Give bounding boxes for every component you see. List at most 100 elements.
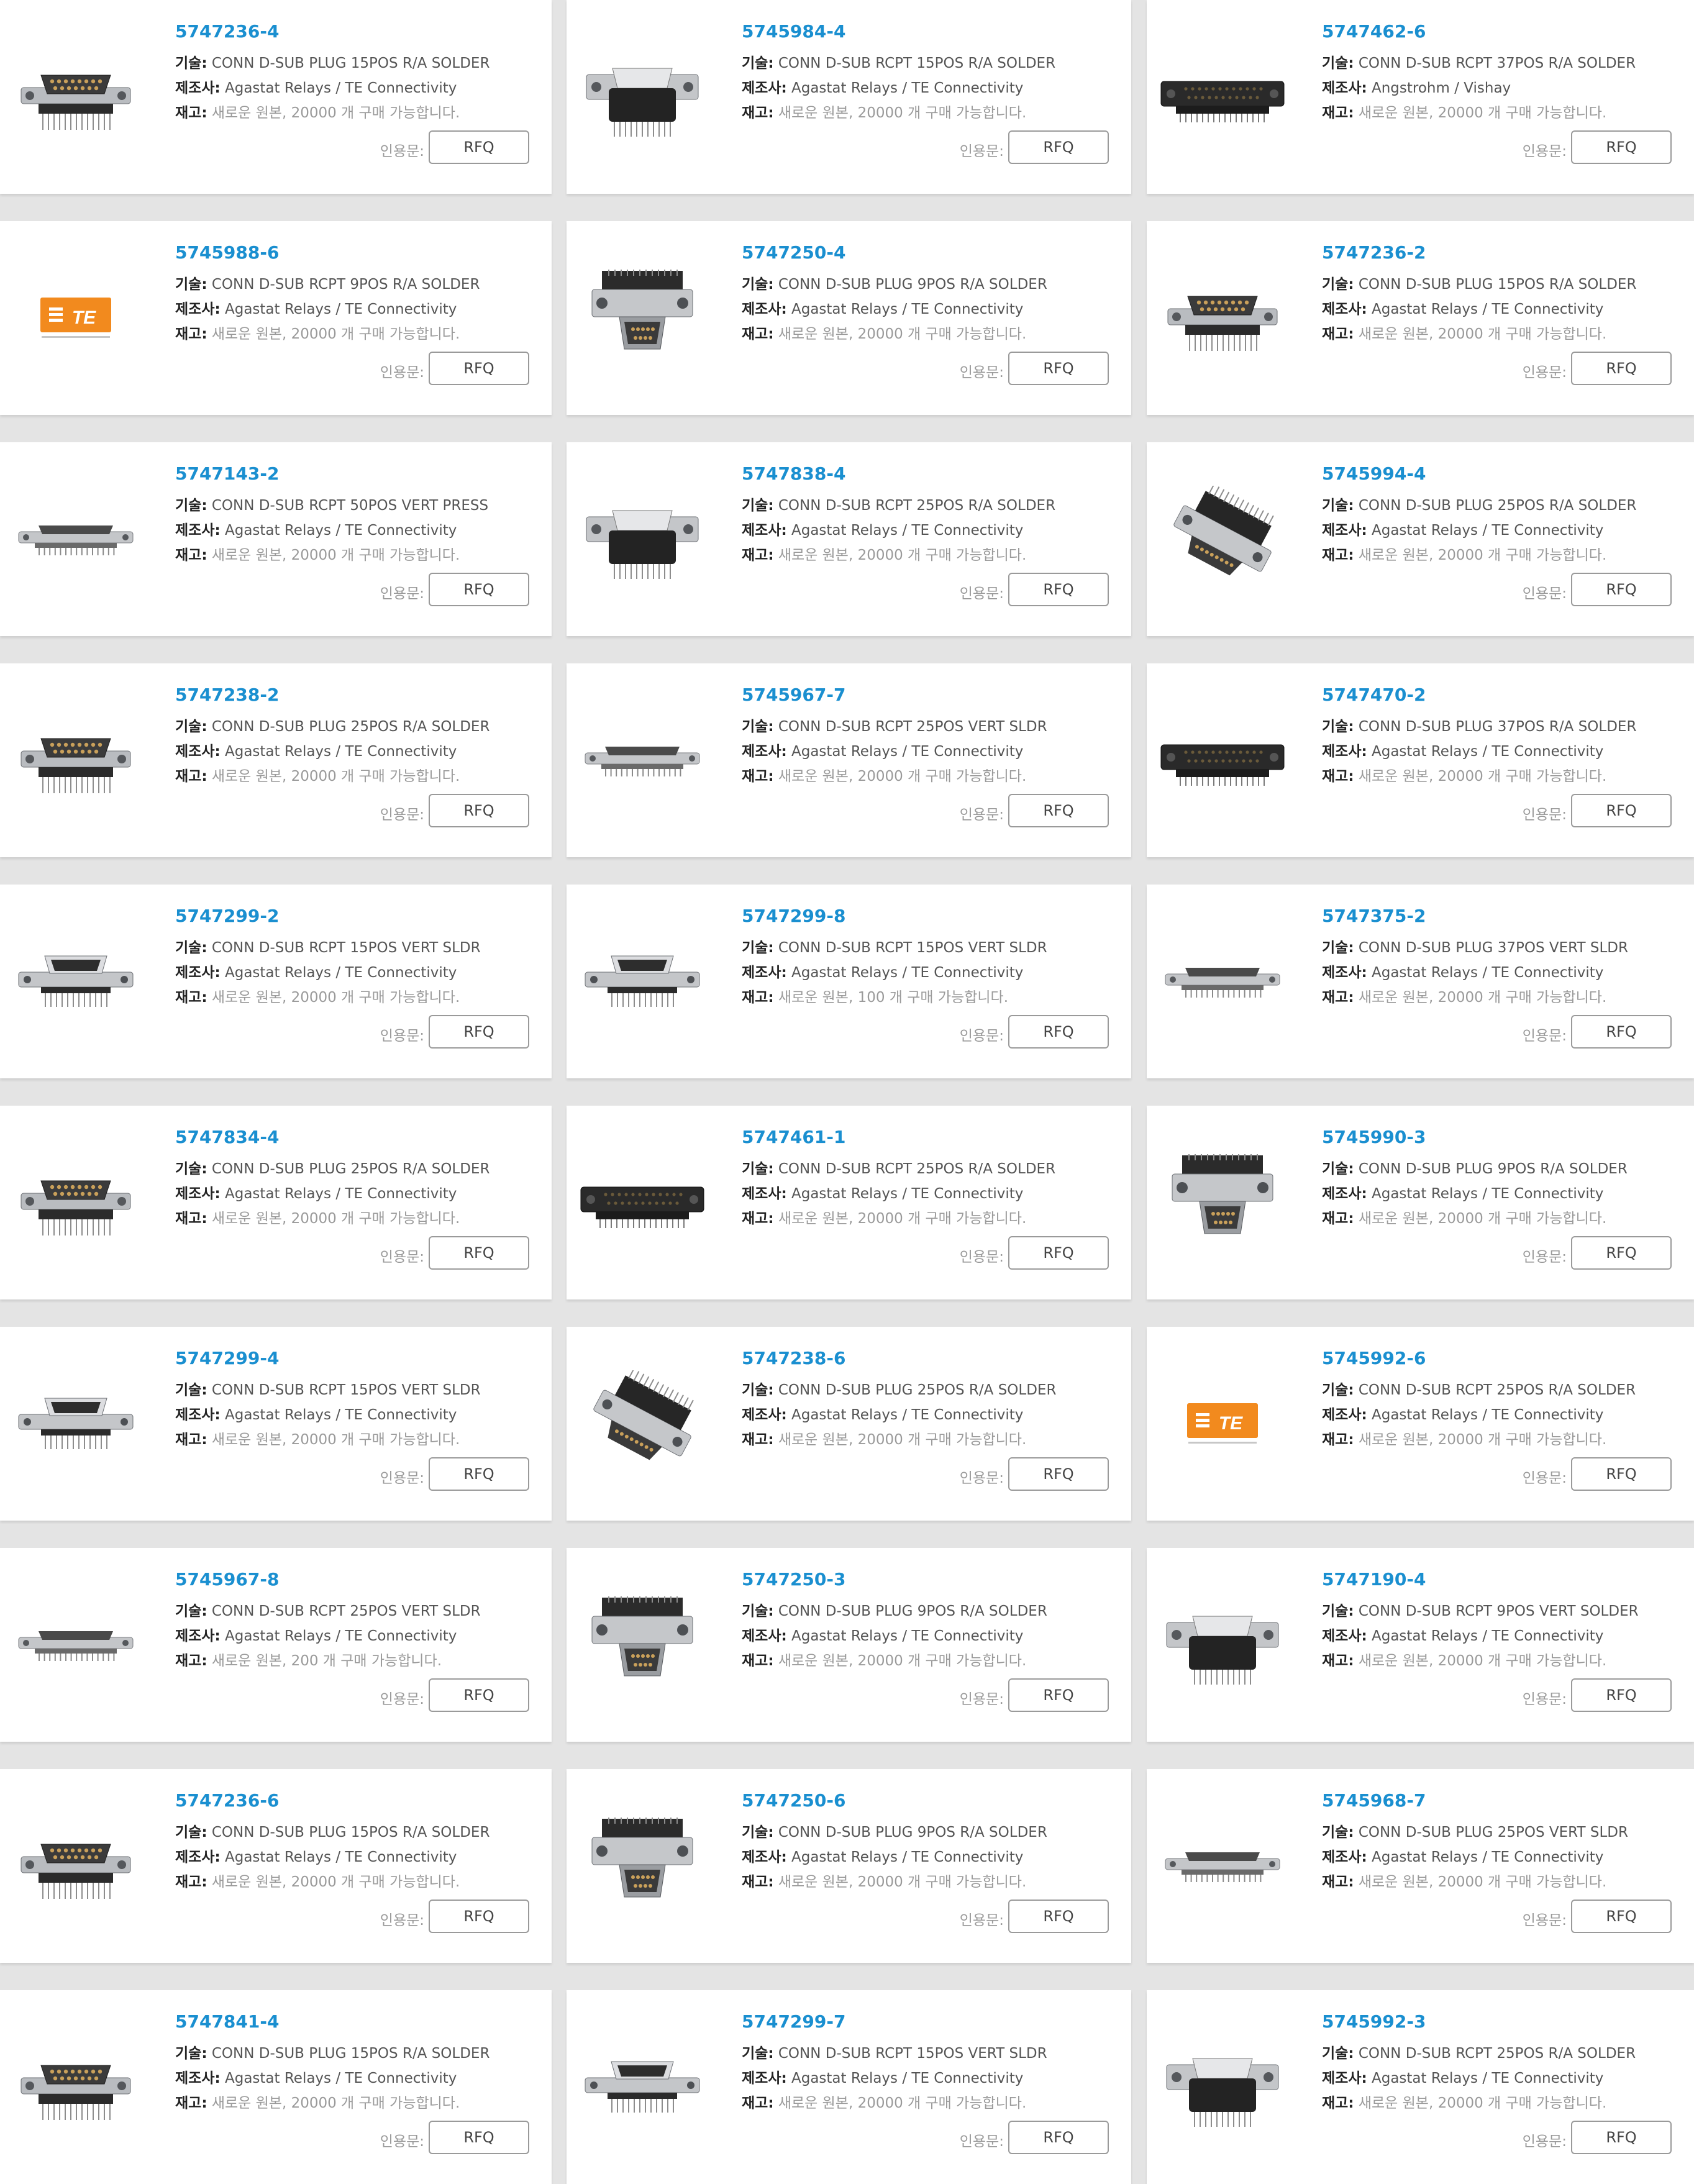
stock-row: 재고: 새로운 원본, 20000 개 구매 가능합니다. [742,322,1026,343]
rfq-button[interactable]: RFQ [429,1015,529,1049]
rfq-button[interactable]: RFQ [429,1900,529,1933]
manufacturer-value: Agastat Relays / TE Connectivity [225,301,457,317]
product-image[interactable] [1155,2029,1290,2144]
rfq-button[interactable]: RFQ [1571,573,1672,606]
rfq-button[interactable]: RFQ [1571,1900,1672,1933]
product-image[interactable] [575,702,709,817]
product-image[interactable]: TE [1155,1365,1290,1481]
product-image[interactable] [1155,1808,1290,1923]
product-image[interactable] [9,481,143,596]
product-image[interactable] [575,39,709,154]
part-number-link[interactable]: 5745990-3 [1322,1127,1426,1147]
rfq-button[interactable]: RFQ [1008,1900,1109,1933]
product-card: 5747462-6 기술: CONN D-SUB RCPT 37POS R/A … [1147,0,1694,194]
part-number-link[interactable]: 5745967-8 [175,1569,279,1590]
rfq-button[interactable]: RFQ [429,130,529,164]
rfq-button[interactable]: RFQ [429,573,529,606]
part-number-link[interactable]: 5747143-2 [175,463,279,484]
part-number-link[interactable]: 5747375-2 [1322,906,1426,926]
part-number-link[interactable]: 5747838-4 [742,463,845,484]
product-image[interactable] [9,1808,143,1923]
part-number-link[interactable]: 5745992-3 [1322,2011,1426,2032]
part-number-link[interactable]: 5747250-6 [742,1790,845,1811]
product-image[interactable] [1155,1586,1290,1702]
part-number-link[interactable]: 5747299-8 [742,906,845,926]
part-number-link[interactable]: 5747236-4 [175,21,279,42]
product-image[interactable] [1155,260,1290,375]
product-image[interactable] [9,2029,143,2144]
rfq-button[interactable]: RFQ [1571,352,1672,385]
product-image[interactable] [9,702,143,817]
product-image[interactable] [575,1808,709,1923]
rfq-button[interactable]: RFQ [1008,2121,1109,2154]
part-number-link[interactable]: 5745988-6 [175,242,279,263]
product-image[interactable] [575,2029,709,2144]
rfq-button[interactable]: RFQ [1008,1457,1109,1491]
rfq-button[interactable]: RFQ [1008,130,1109,164]
product-image[interactable] [9,39,143,154]
rfq-button[interactable]: RFQ [1008,1236,1109,1270]
description-label: 기술: [175,940,207,956]
part-number-link[interactable]: 5745992-6 [1322,1348,1426,1368]
part-number-link[interactable]: 5747238-6 [742,1348,845,1368]
rfq-button[interactable]: RFQ [429,352,529,385]
product-image[interactable]: TE [9,260,143,375]
rfq-button[interactable]: RFQ [1571,1457,1672,1491]
product-image[interactable] [9,1144,143,1260]
part-number-link[interactable]: 5747236-2 [1322,242,1426,263]
part-number-link[interactable]: 5747238-2 [175,685,279,705]
rfq-button[interactable]: RFQ [1008,1678,1109,1712]
rfq-button[interactable]: RFQ [429,2121,529,2154]
product-image[interactable] [575,1586,709,1702]
part-number-link[interactable]: 5747236-6 [175,1790,279,1811]
part-number-link[interactable]: 5747299-4 [175,1348,279,1368]
rfq-button[interactable]: RFQ [1008,352,1109,385]
rfq-button[interactable]: RFQ [429,1678,529,1712]
rfq-button[interactable]: RFQ [429,1457,529,1491]
rfq-button[interactable]: RFQ [1571,1015,1672,1049]
part-number-link[interactable]: 5747250-3 [742,1569,845,1590]
product-image[interactable] [1155,39,1290,154]
part-number-link[interactable]: 5747299-7 [742,2011,845,2032]
part-number-link[interactable]: 5747250-4 [742,242,845,263]
product-image[interactable] [9,1586,143,1702]
product-image[interactable] [575,481,709,596]
manufacturer-value: Agastat Relays / TE Connectivity [791,80,1024,96]
quote-label: 인용문: [1522,2134,1567,2150]
rfq-button[interactable]: RFQ [1008,573,1109,606]
rfq-button[interactable]: RFQ [1571,1678,1672,1712]
product-image[interactable] [575,923,709,1039]
part-number-link[interactable]: 5745994-4 [1322,463,1426,484]
part-number-link[interactable]: 5745984-4 [742,21,845,42]
part-number-link[interactable]: 5747462-6 [1322,21,1426,42]
manufacturer-value: Agastat Relays / TE Connectivity [1372,301,1604,317]
rfq-button[interactable]: RFQ [429,794,529,827]
rfq-button[interactable]: RFQ [1008,794,1109,827]
product-image[interactable] [1155,923,1290,1039]
product-image[interactable] [1155,702,1290,817]
product-image[interactable] [1155,481,1290,596]
product-image[interactable] [9,923,143,1039]
part-number-link[interactable]: 5747299-2 [175,906,279,926]
part-number-link[interactable]: 5747470-2 [1322,685,1426,705]
rfq-button[interactable]: RFQ [1571,130,1672,164]
stock-value: 새로운 원본, 20000 개 구매 가능합니다. [211,1211,460,1227]
product-image[interactable] [575,1144,709,1260]
product-image[interactable] [1155,1144,1290,1260]
part-number-link[interactable]: 5747841-4 [175,2011,279,2032]
part-number-link[interactable]: 5747834-4 [175,1127,279,1147]
description-row: 기술: CONN D-SUB RCPT 15POS VERT SLDR [742,2041,1047,2062]
part-number-link[interactable]: 5745967-7 [742,685,845,705]
rfq-button[interactable]: RFQ [1571,2121,1672,2154]
rfq-button[interactable]: RFQ [429,1236,529,1270]
part-number-link[interactable]: 5747461-1 [742,1127,845,1147]
quote-label: 인용문: [1522,365,1567,381]
rfq-button[interactable]: RFQ [1008,1015,1109,1049]
rfq-button[interactable]: RFQ [1571,1236,1672,1270]
product-image[interactable] [575,1365,709,1481]
rfq-button[interactable]: RFQ [1571,794,1672,827]
product-image[interactable] [9,1365,143,1481]
product-image[interactable] [575,260,709,375]
part-number-link[interactable]: 5745968-7 [1322,1790,1426,1811]
part-number-link[interactable]: 5747190-4 [1322,1569,1426,1590]
